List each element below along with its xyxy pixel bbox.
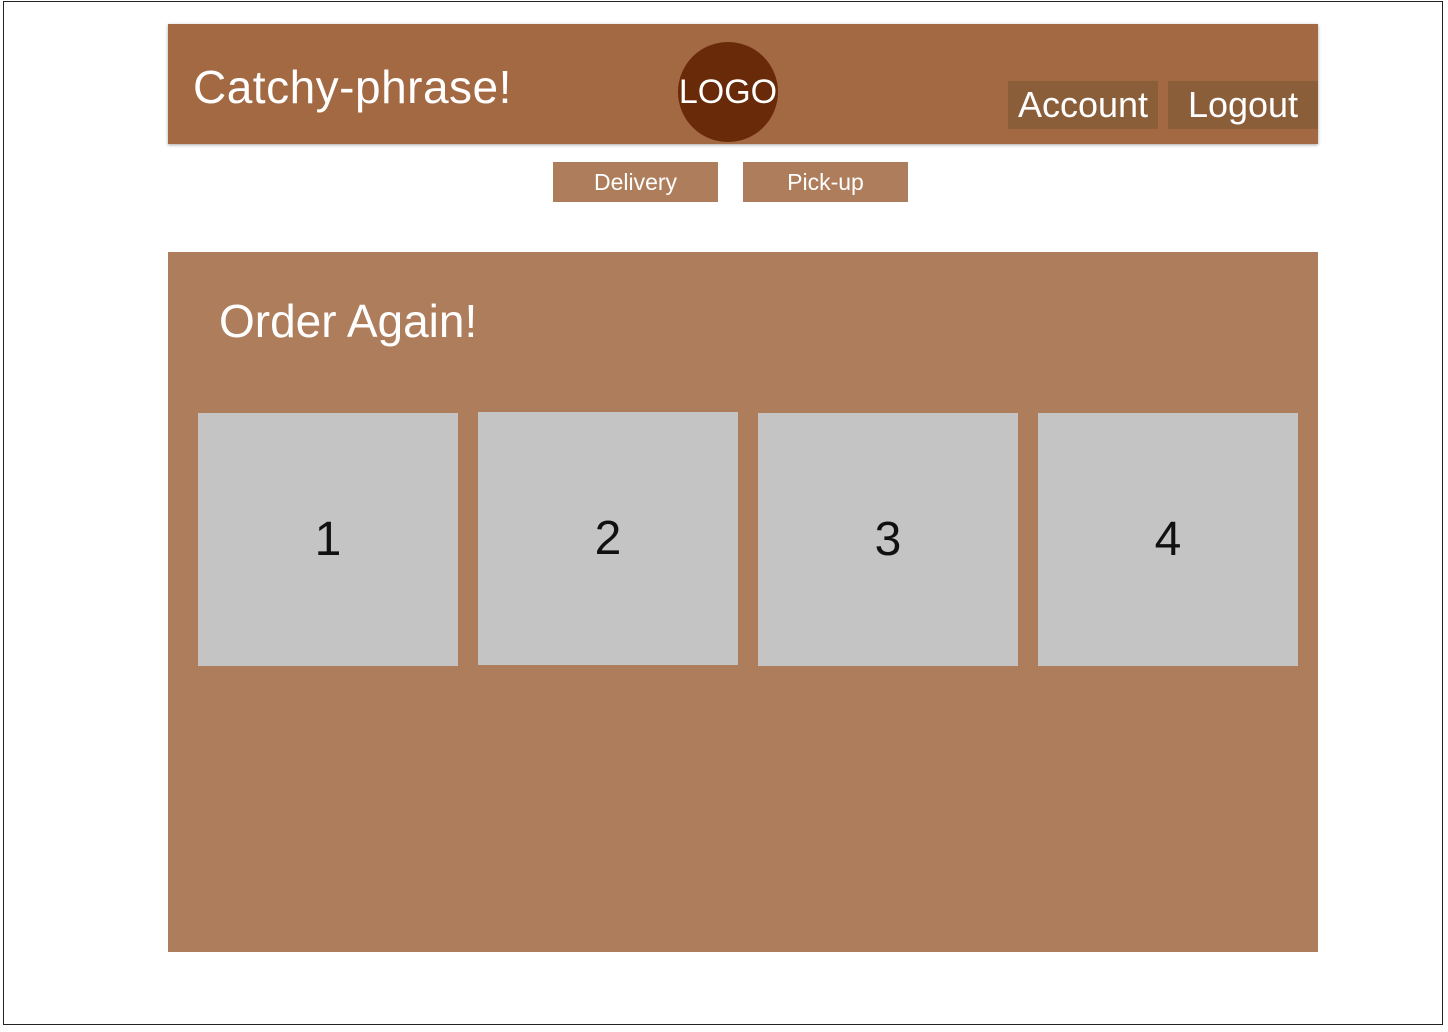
order-again-item-3[interactable]: 3 bbox=[758, 413, 1018, 666]
page-frame: Catchy-phrase! LOGO Account Logout Deliv… bbox=[3, 1, 1443, 1025]
order-again-item-4[interactable]: 4 bbox=[1038, 413, 1298, 666]
delivery-button[interactable]: Delivery bbox=[553, 162, 718, 202]
order-again-item-1[interactable]: 1 bbox=[198, 413, 458, 666]
order-again-panel: Order Again! 1 2 3 4 bbox=[168, 252, 1318, 952]
order-again-title: Order Again! bbox=[219, 295, 478, 347]
account-button[interactable]: Account bbox=[1008, 81, 1158, 129]
site-header: Catchy-phrase! LOGO Account Logout bbox=[168, 24, 1318, 144]
pickup-button[interactable]: Pick-up bbox=[743, 162, 908, 202]
logout-button[interactable]: Logout bbox=[1168, 81, 1318, 129]
tagline: Catchy-phrase! bbox=[193, 61, 512, 113]
order-again-item-2[interactable]: 2 bbox=[478, 412, 738, 665]
logo[interactable]: LOGO bbox=[678, 42, 778, 142]
